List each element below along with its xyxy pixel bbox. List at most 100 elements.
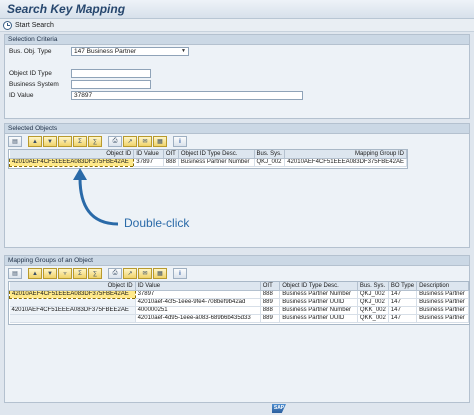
oit-cell[interactable]: 889 xyxy=(260,298,281,307)
col-description[interactable]: Description xyxy=(416,282,469,291)
object-id-cell[interactable]: 42010AEF4CF51EEEA083DF375FBEE2AE xyxy=(9,306,136,315)
start-search-label: Start Search xyxy=(15,22,54,29)
col-mapping-group-id[interactable]: Mapping Group ID xyxy=(284,150,407,159)
bus-obj-type-label: Bus. Obj. Type xyxy=(9,48,52,55)
status-bar xyxy=(0,404,474,415)
bo-type-cell[interactable]: 147 xyxy=(388,306,418,315)
business-system-field[interactable] xyxy=(71,80,151,89)
dropdown-arrow-icon[interactable]: ▼ xyxy=(180,49,187,54)
oit-cell[interactable]: 888 xyxy=(260,306,281,315)
col-id-value[interactable]: ID Value xyxy=(133,150,164,159)
export-icon[interactable]: ↗ xyxy=(123,136,137,147)
sort-asc-icon[interactable]: ▲ xyxy=(28,136,42,147)
print-icon[interactable]: ⎙ xyxy=(108,136,122,147)
mapping-groups-title: Mapping Groups of an Object xyxy=(5,256,469,266)
bus-sys-cell[interactable]: QKJ_002 xyxy=(357,298,389,307)
desc-cell[interactable]: Business Partner Number xyxy=(279,306,358,315)
sort-asc-icon[interactable]: ▲ xyxy=(28,268,42,279)
desc-cell[interactable]: Business Partner UUID xyxy=(279,314,358,323)
id-value-cell[interactable]: 37897 xyxy=(135,290,261,299)
filter-icon[interactable]: ▿ xyxy=(58,136,72,147)
details-icon[interactable]: ▤ xyxy=(8,136,22,147)
bus-sys-cell[interactable]: QKK_002 xyxy=(357,306,389,315)
application-toolbar: Start Search xyxy=(0,19,474,32)
object-id-cell[interactable] xyxy=(9,314,136,323)
selection-criteria-group: Selection Criteria Bus. Obj. Type 147 Bu… xyxy=(4,34,470,119)
send-icon[interactable]: ✉ xyxy=(138,136,152,147)
business-system-label: Business System xyxy=(9,81,59,88)
table-row[interactable]: 42010AEF4CF51EEEA083DF375FBEE2AE 4000002… xyxy=(9,306,469,315)
filter-icon[interactable]: ▿ xyxy=(58,268,72,279)
bo-type-cell[interactable]: 147 xyxy=(388,290,418,299)
desc-cell[interactable]: Business Partner Number xyxy=(178,158,255,167)
table-row[interactable]: 42010aef-4cf5-1eee-9fe4-708bef9b42ad 889… xyxy=(9,298,469,307)
page-title: Search Key Mapping xyxy=(7,2,126,16)
layout-icon[interactable]: ▦ xyxy=(153,136,167,147)
id-value-cell[interactable]: 42010aef-4d95-1eee-a083-689b6b435d33 xyxy=(135,314,261,323)
table-row[interactable]: 42010AEF4CF51EEEA083DF375FBE42AE 37897 8… xyxy=(8,157,407,167)
send-icon[interactable]: ✉ xyxy=(138,268,152,279)
col-oit[interactable]: OIT xyxy=(163,150,179,159)
title-bar: Search Key Mapping xyxy=(0,0,474,19)
col-oit[interactable]: OIT xyxy=(260,282,281,291)
oit-cell[interactable]: 889 xyxy=(260,314,281,323)
object-id-cell[interactable] xyxy=(9,298,136,307)
selected-objects-toolbar: ▤ ▲ ▼ ▿ Σ ∑ ⎙ ↗ ✉ ▦ i xyxy=(8,136,187,147)
subtotal-icon[interactable]: ∑ xyxy=(88,136,102,147)
group-id-cell[interactable]: 42010AEF4CF51EEEA083DF375FBE42AE xyxy=(284,158,407,167)
table-row[interactable]: 42010aef-4d95-1eee-a083-689b6b435d33 889… xyxy=(9,314,469,323)
col-object-id-type-desc[interactable]: Object ID Type Desc. xyxy=(178,150,255,159)
oit-cell[interactable]: 888 xyxy=(163,158,179,167)
bus-sys-cell[interactable]: QKJ_002 xyxy=(357,290,389,299)
mapping-groups-toolbar: ▤ ▲ ▼ ▿ Σ ∑ ⎙ ↗ ✉ ▦ i xyxy=(8,268,187,279)
id-value-cell[interactable]: 400000251 xyxy=(135,306,261,315)
selected-objects-group: Selected Objects ▤ ▲ ▼ ▿ Σ ∑ ⎙ ↗ ✉ ▦ i O… xyxy=(4,123,470,248)
id-value-cell[interactable]: 42010aef-4cf5-1eee-9fe4-708bef9b42ad xyxy=(135,298,261,307)
bus-sys-cell[interactable]: QKJ_002 xyxy=(254,158,286,167)
description-cell[interactable]: Business Partner xyxy=(416,314,469,323)
subtotal-icon[interactable]: ∑ xyxy=(88,268,102,279)
object-id-type-field[interactable] xyxy=(71,69,151,78)
col-object-id[interactable]: Object ID xyxy=(9,150,135,159)
id-value-cell[interactable]: 37897 xyxy=(133,158,164,167)
bus-obj-type-select[interactable]: 147 Business Partner ▼ xyxy=(71,47,189,56)
object-id-cell[interactable]: 42010AEF4CF51EEEA083DF375FBE42AE xyxy=(8,157,135,167)
selection-criteria-title: Selection Criteria xyxy=(5,35,469,45)
sum-icon[interactable]: Σ xyxy=(73,136,87,147)
callout-text: Double-click xyxy=(124,216,190,230)
info-icon[interactable]: i xyxy=(173,136,187,147)
table-row[interactable]: 42010AEF4CF51EEEA083DF375FBE42AE 37897 8… xyxy=(9,289,469,299)
print-icon[interactable]: ⎙ xyxy=(108,268,122,279)
object-id-cell[interactable]: 42010AEF4CF51EEEA083DF375FBE42AE xyxy=(9,289,136,299)
info-icon[interactable]: i xyxy=(173,268,187,279)
col-bus-sys[interactable]: Bus. Sys. xyxy=(357,282,389,291)
description-cell[interactable]: Business Partner xyxy=(416,298,469,307)
clock-icon xyxy=(3,21,12,30)
details-icon[interactable]: ▤ xyxy=(8,268,22,279)
export-icon[interactable]: ↗ xyxy=(123,268,137,279)
object-id-type-label: Object ID Type xyxy=(9,70,52,77)
desc-cell[interactable]: Business Partner Number xyxy=(279,290,358,299)
start-search-button[interactable]: Start Search xyxy=(3,20,54,31)
oit-cell[interactable]: 888 xyxy=(260,290,281,299)
col-object-id-type-desc[interactable]: Object ID Type Desc. xyxy=(279,282,358,291)
description-cell[interactable]: Business Partner xyxy=(416,306,469,315)
mapping-groups-table: Object ID ID Value OIT Object ID Type De… xyxy=(8,281,470,325)
desc-cell[interactable]: Business Partner UUID xyxy=(279,298,358,307)
selected-objects-title: Selected Objects xyxy=(5,124,469,134)
col-bo-type[interactable]: BO Type xyxy=(388,282,418,291)
bo-type-cell[interactable]: 147 xyxy=(388,298,418,307)
bus-sys-cell[interactable]: QKK_002 xyxy=(357,314,389,323)
layout-icon[interactable]: ▦ xyxy=(153,268,167,279)
description-cell[interactable]: Business Partner xyxy=(416,290,469,299)
col-id-value[interactable]: ID Value xyxy=(135,282,261,291)
col-object-id[interactable]: Object ID xyxy=(9,282,136,291)
sort-desc-icon[interactable]: ▼ xyxy=(43,268,57,279)
sum-icon[interactable]: Σ xyxy=(73,268,87,279)
col-bus-sys[interactable]: Bus. Sys. xyxy=(254,150,286,159)
sort-desc-icon[interactable]: ▼ xyxy=(43,136,57,147)
id-value-field[interactable]: 37897 xyxy=(71,91,303,100)
mapping-groups-group: Mapping Groups of an Object ▤ ▲ ▼ ▿ Σ ∑ … xyxy=(4,255,470,403)
selected-objects-table: Object ID ID Value OIT Object ID Type De… xyxy=(8,149,408,169)
bo-type-cell[interactable]: 147 xyxy=(388,314,418,323)
